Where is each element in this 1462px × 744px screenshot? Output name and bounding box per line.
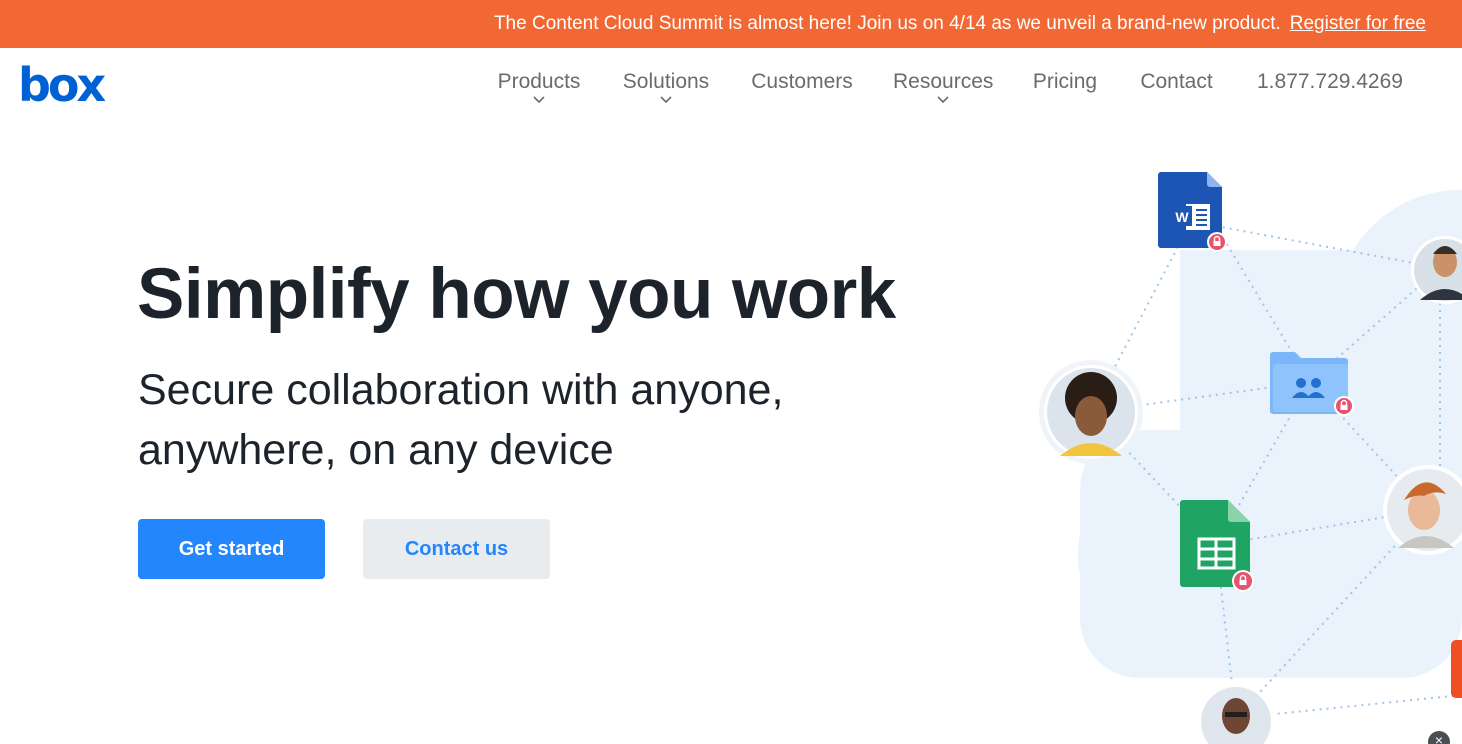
promo-banner: The Content Cloud Summit is almost here!…	[0, 0, 1462, 48]
nav-customers-label: Customers	[751, 70, 853, 93]
nav-phone[interactable]: 1.877.729.4269	[1254, 70, 1406, 110]
nav-contact[interactable]: Contact	[1138, 70, 1215, 110]
chevron-down-icon	[496, 96, 582, 108]
nav-resources[interactable]: Resources	[893, 70, 994, 110]
nav-phone-label: 1.877.729.4269	[1257, 70, 1403, 93]
box-logo[interactable]: box	[18, 62, 106, 108]
hero-subtitle-line-2: anywhere, on any device	[138, 426, 614, 474]
register-link[interactable]: Register for free	[1290, 13, 1426, 35]
lock-badge-icon	[1207, 232, 1227, 252]
collaboration-illustration: W	[1039, 172, 1462, 744]
chevron-down-icon	[621, 96, 711, 108]
nav-products-label: Products	[497, 70, 581, 93]
svg-text:W: W	[1175, 209, 1189, 225]
avatar-woman-left	[1039, 360, 1143, 464]
avatar-man-bottom	[1198, 684, 1274, 744]
nav-pricing[interactable]: Pricing	[1031, 70, 1099, 110]
get-started-button[interactable]: Get started	[138, 519, 325, 579]
feedback-side-tab[interactable]	[1451, 640, 1462, 698]
nav-customers[interactable]: Customers	[750, 70, 854, 110]
hero-subtitle: Secure collaboration with anyone, anywhe…	[138, 360, 858, 480]
lock-badge-icon	[1334, 396, 1354, 416]
lock-badge-icon	[1232, 570, 1254, 592]
nav-resources-label: Resources	[893, 70, 994, 93]
contact-us-button[interactable]: Contact us	[363, 519, 550, 579]
nav-solutions-label: Solutions	[622, 70, 710, 93]
hero-subtitle-line-1: Secure collaboration with anyone,	[138, 366, 784, 414]
nav-solutions[interactable]: Solutions	[621, 70, 711, 110]
promo-text: The Content Cloud Summit is almost here!…	[493, 13, 1281, 34]
chevron-down-icon	[893, 96, 992, 108]
nav-products[interactable]: Products	[496, 70, 582, 110]
nav-contact-label: Contact	[1140, 70, 1213, 93]
hero-title: Simplify how you work	[137, 255, 896, 334]
nav-pricing-label: Pricing	[1032, 70, 1098, 93]
